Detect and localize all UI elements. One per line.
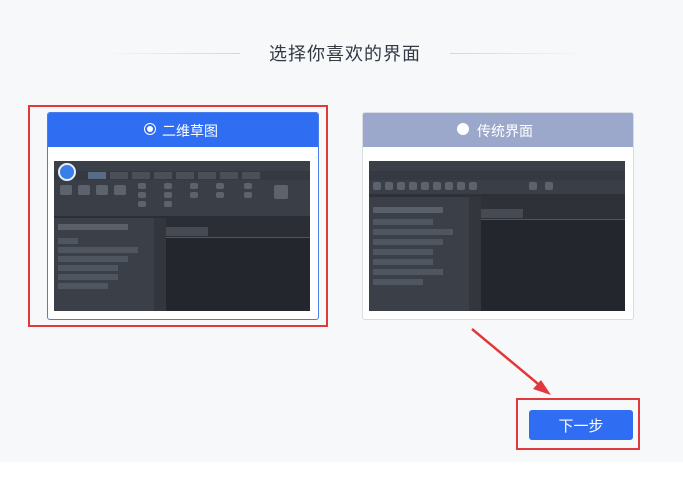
next-button[interactable]: 下一步 bbox=[529, 410, 633, 440]
